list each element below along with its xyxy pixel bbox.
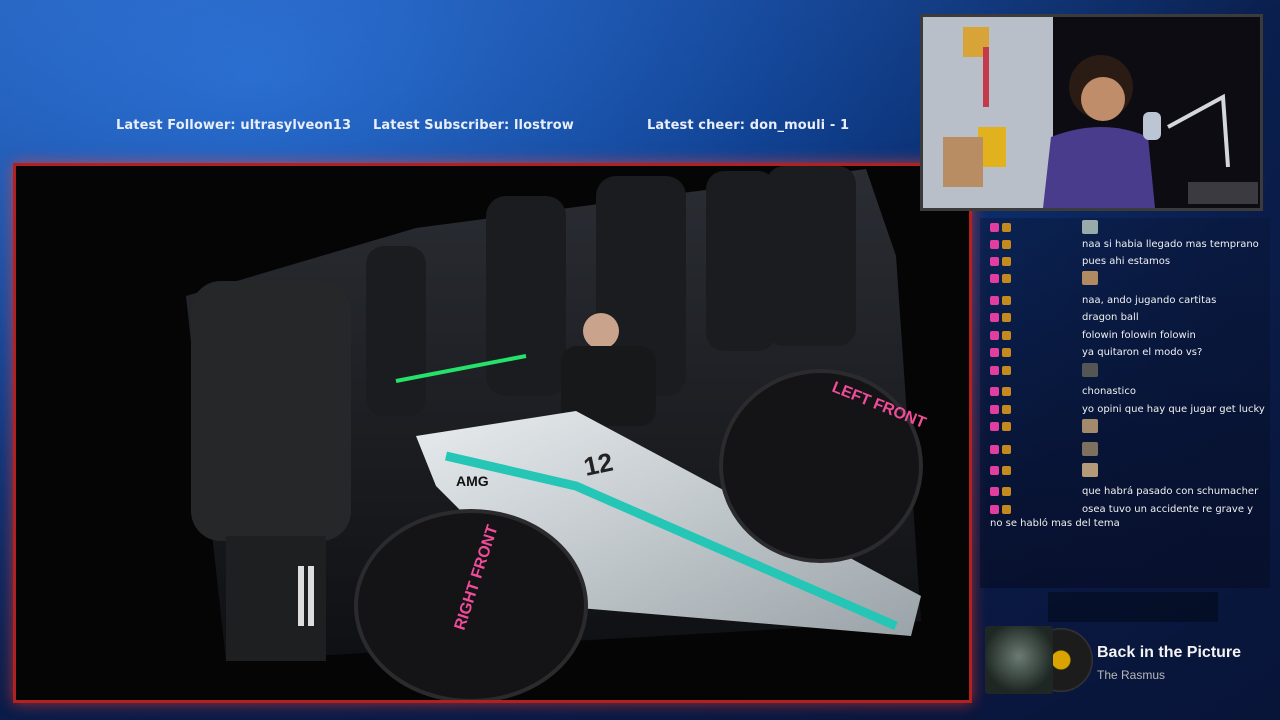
chat-message: chonastico [990,384,1266,400]
chat-message: ya quitaron el modo vs? [990,345,1266,361]
pit-garage-scene: AMG 12 LEFT FRONT RIGHT FRONT [16,166,969,700]
chat-message: pues ahi estamos [990,254,1266,270]
heart-badge-icon [990,465,999,475]
chat-message [990,271,1266,286]
sub-badge-icon [1002,444,1011,454]
sub-badge-icon [1002,222,1011,232]
sub-badge-icon [1002,465,1011,475]
sub-badge-icon [1002,257,1011,266]
heart-badge-icon [990,444,999,454]
chat-message-text: pues ahi estamos [1082,256,1171,267]
webcam-feed [920,14,1263,211]
heart-badge-icon [990,222,999,232]
chat-message-text: folowin folowin folowin [1082,330,1196,341]
heart-badge-icon [990,365,999,375]
now-playing-widget: Back in the Picture The Rasmus [985,626,1275,696]
heart-badge-icon [990,273,999,283]
latest-follower-alert: Latest Follower: ultrasylveon13 [116,118,352,133]
chat-message [990,220,1266,235]
sub-badge-icon [1002,296,1011,305]
sub-badge-icon [1002,240,1011,249]
heart-badge-icon [990,331,999,340]
heart-badge-icon [990,296,999,305]
chat-message-text: osea tuvo un accidente re grave y no se … [990,504,1254,529]
game-capture-video: AMG 12 LEFT FRONT RIGHT FRONT [13,163,972,703]
emote-icon [1082,463,1098,477]
alert-bar: Latest Follower: ultrasylveon13 Latest S… [0,118,920,138]
sub-badge-icon [1002,505,1011,514]
chat-message [990,463,1266,478]
chat-message: dragon ball [990,310,1266,326]
chat-message-text: naa, ando jugando cartitas [1082,295,1217,306]
chat-message-text: naa si habia llegado mas temprano [1082,239,1259,250]
streamer-webcam-scene [923,17,1260,208]
chat-message: naa, ando jugando cartitas [990,293,1266,309]
chat-message [990,419,1266,434]
heart-badge-icon [990,313,999,322]
heart-badge-icon [990,487,999,496]
sub-badge-icon [1002,273,1011,283]
heart-badge-icon [990,421,999,431]
emote-icon [1082,363,1098,377]
song-artist: The Rasmus [1097,668,1166,682]
car-number: 12 [581,447,616,482]
emote-icon [1082,442,1098,456]
emote-icon [1082,419,1098,433]
chat-message: naa si habia llegado mas temprano [990,237,1266,253]
chat-message [990,442,1266,457]
sub-badge-icon [1002,348,1011,357]
sub-badge-icon [1002,405,1011,414]
emote-icon [1082,220,1098,234]
chat-message: que habrá pasado con schumacher [990,484,1266,500]
heart-badge-icon [990,405,999,414]
song-title: Back in the Picture [1097,644,1242,661]
sub-badge-icon [1002,387,1011,396]
heart-badge-icon [990,348,999,357]
chat-message-text: que habrá pasado con schumacher [1082,486,1259,497]
heart-badge-icon [990,387,999,396]
heart-badge-icon [990,505,999,514]
latest-cheer-alert: Latest cheer: don_mouli - 1 [647,118,850,133]
chat-message-text: yo opini que hay que jugar get lucky [1082,404,1265,415]
chat-message-text: dragon ball [1082,312,1139,323]
chat-message-text: chonastico [1082,386,1136,397]
latest-subscriber-alert: Latest Subscriber: llostrow [373,118,574,133]
album-art [985,626,1053,694]
chat-message: yo opini que hay que jugar get lucky [990,402,1266,418]
heart-badge-icon [990,240,999,249]
heart-badge-icon [990,257,999,266]
now-playing-backdrop [1048,592,1218,622]
sub-badge-icon [1002,365,1011,375]
chat-message: folowin folowin folowin [990,328,1266,344]
chat-message: osea tuvo un accidente re grave y no se … [990,503,1266,530]
emote-icon [1082,271,1098,285]
chat-message [990,363,1266,378]
sub-badge-icon [1002,313,1011,322]
chat-message-text: ya quitaron el modo vs? [1082,347,1203,358]
sponsor-label: AMG [456,473,489,489]
sub-badge-icon [1002,487,1011,496]
sub-badge-icon [1002,331,1011,340]
chat-panel: naa si habia llegado mas temprano pues a… [980,218,1270,588]
sub-badge-icon [1002,421,1011,431]
